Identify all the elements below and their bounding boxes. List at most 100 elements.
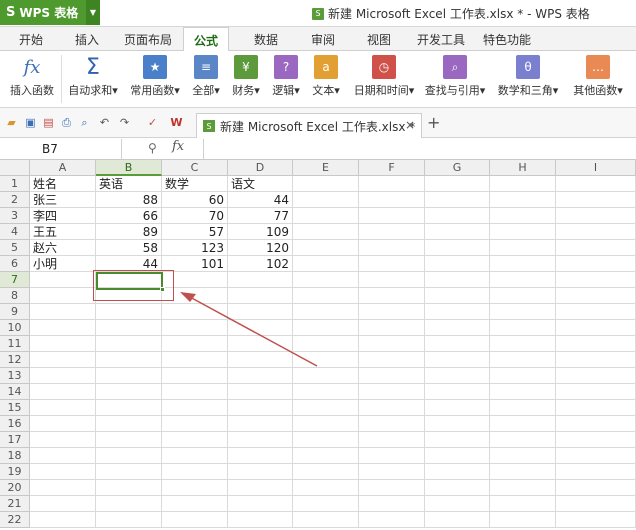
cell-f17[interactable] <box>359 432 425 448</box>
cell-i1[interactable] <box>556 176 636 192</box>
cell-b22[interactable] <box>96 512 162 528</box>
cell-f19[interactable] <box>359 464 425 480</box>
cell-a20[interactable] <box>30 480 96 496</box>
cell-i11[interactable] <box>556 336 636 352</box>
cell-a19[interactable] <box>30 464 96 480</box>
cell-c22[interactable] <box>162 512 228 528</box>
cell-i22[interactable] <box>556 512 636 528</box>
row-header-13[interactable]: 13 <box>0 368 30 384</box>
cell-b13[interactable] <box>96 368 162 384</box>
cell-a5[interactable]: 赵六 <box>30 240 96 256</box>
math-functions-button[interactable]: θ 数学和三角▾ <box>495 55 561 98</box>
cell-e20[interactable] <box>293 480 359 496</box>
cell-c1[interactable]: 数学 <box>162 176 228 192</box>
cell-f11[interactable] <box>359 336 425 352</box>
cell-f7[interactable] <box>359 272 425 288</box>
cell-h19[interactable] <box>490 464 556 480</box>
cell-c10[interactable] <box>162 320 228 336</box>
cell-c14[interactable] <box>162 384 228 400</box>
cell-b14[interactable] <box>96 384 162 400</box>
name-box[interactable]: B7 <box>0 139 122 159</box>
cell-i5[interactable] <box>556 240 636 256</box>
cell-e17[interactable] <box>293 432 359 448</box>
cell-b1[interactable]: 英语 <box>96 176 162 192</box>
cell-a16[interactable] <box>30 416 96 432</box>
cell-a13[interactable] <box>30 368 96 384</box>
cell-g14[interactable] <box>425 384 490 400</box>
cell-e7[interactable] <box>293 272 359 288</box>
cell-c6[interactable]: 101 <box>162 256 228 272</box>
cell-c19[interactable] <box>162 464 228 480</box>
cell-e1[interactable] <box>293 176 359 192</box>
cell-d11[interactable] <box>228 336 293 352</box>
tab-formulas[interactable]: 公式 <box>183 27 230 52</box>
cell-g16[interactable] <box>425 416 490 432</box>
print-preview-icon[interactable]: ⌕ <box>78 116 91 129</box>
column-header-c[interactable]: C <box>162 160 228 176</box>
cell-d9[interactable] <box>228 304 293 320</box>
cell-h5[interactable] <box>490 240 556 256</box>
cell-f9[interactable] <box>359 304 425 320</box>
cell-h21[interactable] <box>490 496 556 512</box>
finance-functions-button[interactable]: ¥ 财务▾ <box>229 55 263 98</box>
cell-g4[interactable] <box>425 224 490 240</box>
cell-f16[interactable] <box>359 416 425 432</box>
cell-a22[interactable] <box>30 512 96 528</box>
cell-g17[interactable] <box>425 432 490 448</box>
cell-f3[interactable] <box>359 208 425 224</box>
cell-h7[interactable] <box>490 272 556 288</box>
cell-h4[interactable] <box>490 224 556 240</box>
cell-a14[interactable] <box>30 384 96 400</box>
cell-e12[interactable] <box>293 352 359 368</box>
cell-g1[interactable] <box>425 176 490 192</box>
cell-d1[interactable]: 语文 <box>228 176 293 192</box>
cell-d12[interactable] <box>228 352 293 368</box>
cell-b10[interactable] <box>96 320 162 336</box>
logic-functions-button[interactable]: ? 逻辑▾ <box>269 55 303 98</box>
cell-a6[interactable]: 小明 <box>30 256 96 272</box>
tab-review[interactable]: 审阅 <box>311 31 335 48</box>
select-all-corner[interactable] <box>0 160 30 176</box>
cell-e16[interactable] <box>293 416 359 432</box>
datetime-functions-button[interactable]: ◷ 日期和时间▾ <box>350 55 418 98</box>
cell-g2[interactable] <box>425 192 490 208</box>
cell-g5[interactable] <box>425 240 490 256</box>
column-header-b[interactable]: B <box>96 160 162 176</box>
cell-f2[interactable] <box>359 192 425 208</box>
cell-a18[interactable] <box>30 448 96 464</box>
cell-d10[interactable] <box>228 320 293 336</box>
cell-d22[interactable] <box>228 512 293 528</box>
cell-h8[interactable] <box>490 288 556 304</box>
chevron-down-icon[interactable]: ▼ <box>86 0 100 25</box>
cell-b8[interactable] <box>96 288 162 304</box>
cell-d21[interactable] <box>228 496 293 512</box>
cell-g22[interactable] <box>425 512 490 528</box>
cell-d8[interactable] <box>228 288 293 304</box>
cell-i12[interactable] <box>556 352 636 368</box>
insert-function-button[interactable]: fx 插入函数 <box>6 55 58 98</box>
cell-i6[interactable] <box>556 256 636 272</box>
cell-a1[interactable]: 姓名 <box>30 176 96 192</box>
cell-i15[interactable] <box>556 400 636 416</box>
cell-e19[interactable] <box>293 464 359 480</box>
row-header-1[interactable]: 1 <box>0 176 30 192</box>
cell-d5[interactable]: 120 <box>228 240 293 256</box>
cell-f12[interactable] <box>359 352 425 368</box>
cell-c3[interactable]: 70 <box>162 208 228 224</box>
cell-i16[interactable] <box>556 416 636 432</box>
tab-insert[interactable]: 插入 <box>75 31 99 48</box>
tab-page-layout[interactable]: 页面布局 <box>124 31 172 48</box>
cell-b19[interactable] <box>96 464 162 480</box>
cell-f13[interactable] <box>359 368 425 384</box>
cell-b18[interactable] <box>96 448 162 464</box>
cell-g11[interactable] <box>425 336 490 352</box>
cell-g13[interactable] <box>425 368 490 384</box>
cell-d20[interactable] <box>228 480 293 496</box>
cell-d13[interactable] <box>228 368 293 384</box>
cell-h20[interactable] <box>490 480 556 496</box>
cell-i21[interactable] <box>556 496 636 512</box>
cell-e11[interactable] <box>293 336 359 352</box>
cell-c9[interactable] <box>162 304 228 320</box>
cell-f14[interactable] <box>359 384 425 400</box>
cell-i3[interactable] <box>556 208 636 224</box>
